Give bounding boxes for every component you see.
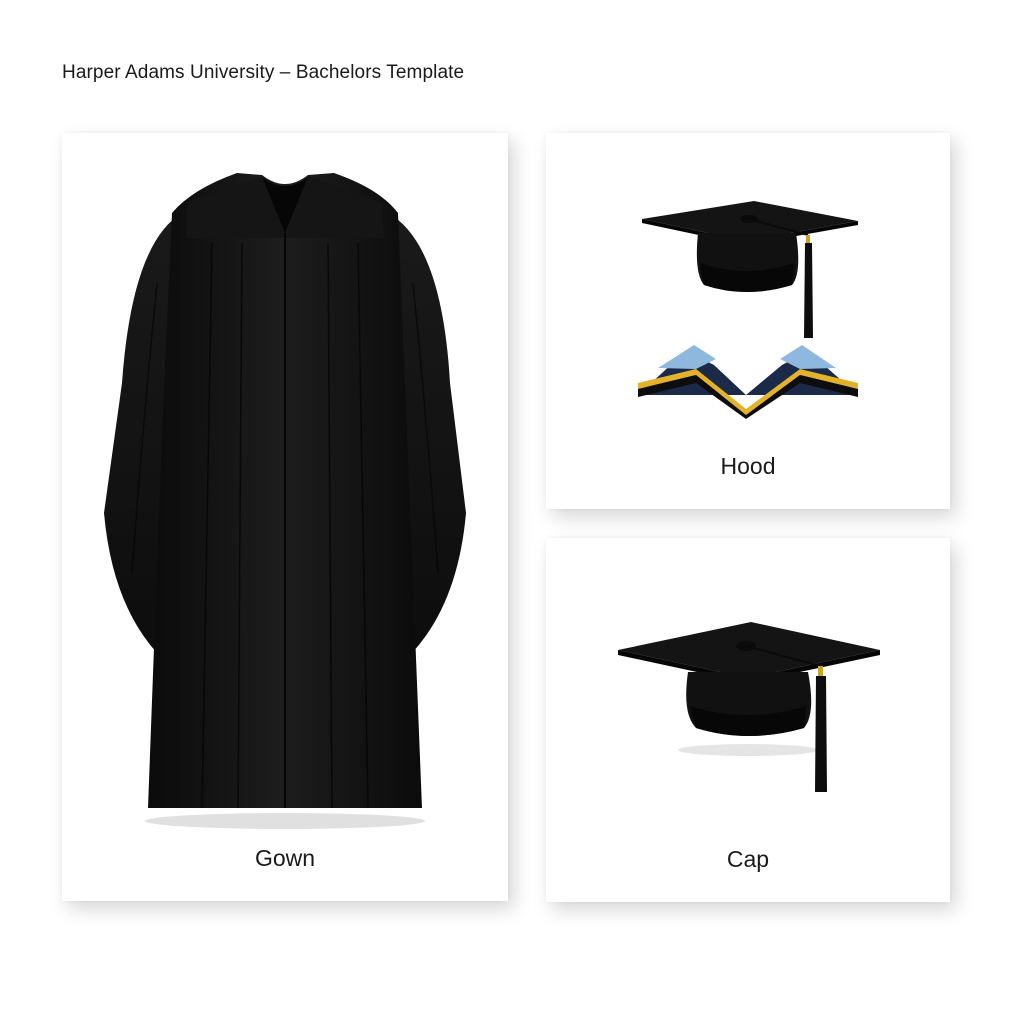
template-page: Harper Adams University – Bachelors Temp… [0,0,1024,1024]
hood-cap-icon [638,201,858,419]
cap-label: Cap [726,846,770,872]
gown-icon [104,173,466,829]
cap-icon [618,622,880,792]
hood-card[interactable]: Hood [546,133,950,509]
hood-icon [638,345,858,419]
cap-card[interactable]: Cap [546,538,950,902]
cap-small-icon [642,201,858,338]
page-title: Harper Adams University – Bachelors Temp… [62,62,465,83]
gown-label: Gown [254,845,316,871]
hood-label: Hood [720,453,776,479]
gown-card[interactable]: Gown [62,133,508,901]
